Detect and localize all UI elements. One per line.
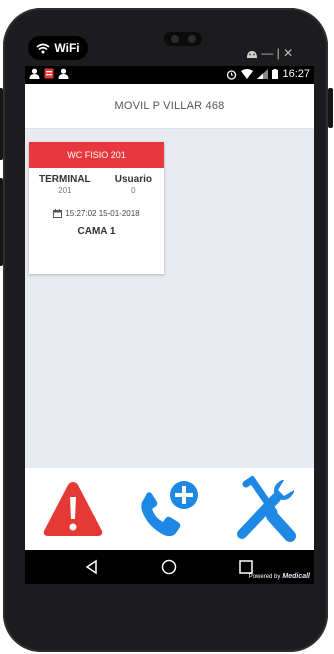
powered-prefix: Powered by xyxy=(248,573,281,580)
android-icon xyxy=(247,51,257,59)
powered-by: Powered by Medicall xyxy=(249,573,310,580)
earpiece xyxy=(164,32,202,46)
volume-button[interactable] xyxy=(0,88,3,160)
terminal-field: TERMINAL 201 xyxy=(39,174,91,195)
add-call-button[interactable] xyxy=(133,473,205,545)
wifi-icon xyxy=(36,43,50,53)
user-icon-2 xyxy=(58,68,69,79)
usuario-field: Usuario 0 xyxy=(115,174,152,195)
card-header: WC FISIO 201 xyxy=(29,142,164,168)
cell-signal-icon xyxy=(257,69,269,79)
wifi-signal-icon xyxy=(241,69,254,79)
add-call-icon xyxy=(141,481,199,537)
wifi-indicator: WiFi xyxy=(28,36,88,60)
card-timestamp: 15:27:02 15-01-2018 xyxy=(29,209,164,218)
app-notification-icon xyxy=(44,68,54,79)
usuario-label: Usuario xyxy=(114,174,152,185)
warning-icon xyxy=(43,482,103,536)
timestamp-text: 15:27:02 15-01-2018 xyxy=(65,209,140,218)
back-button[interactable] xyxy=(81,556,103,578)
powered-brand: Medicall xyxy=(282,573,310,580)
tools-button[interactable] xyxy=(230,473,302,545)
side-button-right[interactable] xyxy=(328,88,333,128)
card-title: WC FISIO 201 xyxy=(67,150,126,160)
tools-icon xyxy=(236,476,296,542)
battery-icon xyxy=(272,69,279,79)
alarm-icon xyxy=(227,69,237,80)
user-icon xyxy=(29,68,40,79)
status-bar: 16:27 xyxy=(25,66,314,84)
usuario-value: 0 xyxy=(131,186,136,195)
window-control-glyphs[interactable]: — | ✕ xyxy=(261,46,293,60)
terminal-card[interactable]: WC FISIO 201 TERMINAL 201 Usuario 0 15:2… xyxy=(29,142,164,274)
card-fields: TERMINAL 201 Usuario 0 xyxy=(29,168,164,195)
calendar-icon xyxy=(53,209,63,218)
home-button[interactable] xyxy=(158,556,180,578)
wifi-label: WiFi xyxy=(54,41,80,55)
home-icon xyxy=(161,559,177,575)
back-icon xyxy=(85,559,97,575)
action-bar xyxy=(25,468,314,550)
terminal-label: TERMINAL xyxy=(39,174,91,185)
status-time: 16:27 xyxy=(282,68,310,80)
window-controls: — | ✕ xyxy=(246,46,293,60)
power-button[interactable] xyxy=(0,178,3,266)
app-header: MOVIL P VILLAR 468 xyxy=(25,84,314,129)
bed-label: CAMA 1 xyxy=(77,226,116,237)
alert-button[interactable] xyxy=(37,473,109,545)
navigation-bar: Powered by Medicall xyxy=(25,550,314,584)
terminal-value: 201 xyxy=(58,186,72,195)
page-title: MOVIL P VILLAR 468 xyxy=(114,100,225,112)
screen: 16:27 MOVIL P VILLAR 468 WC FISIO 201 TE… xyxy=(25,66,314,584)
